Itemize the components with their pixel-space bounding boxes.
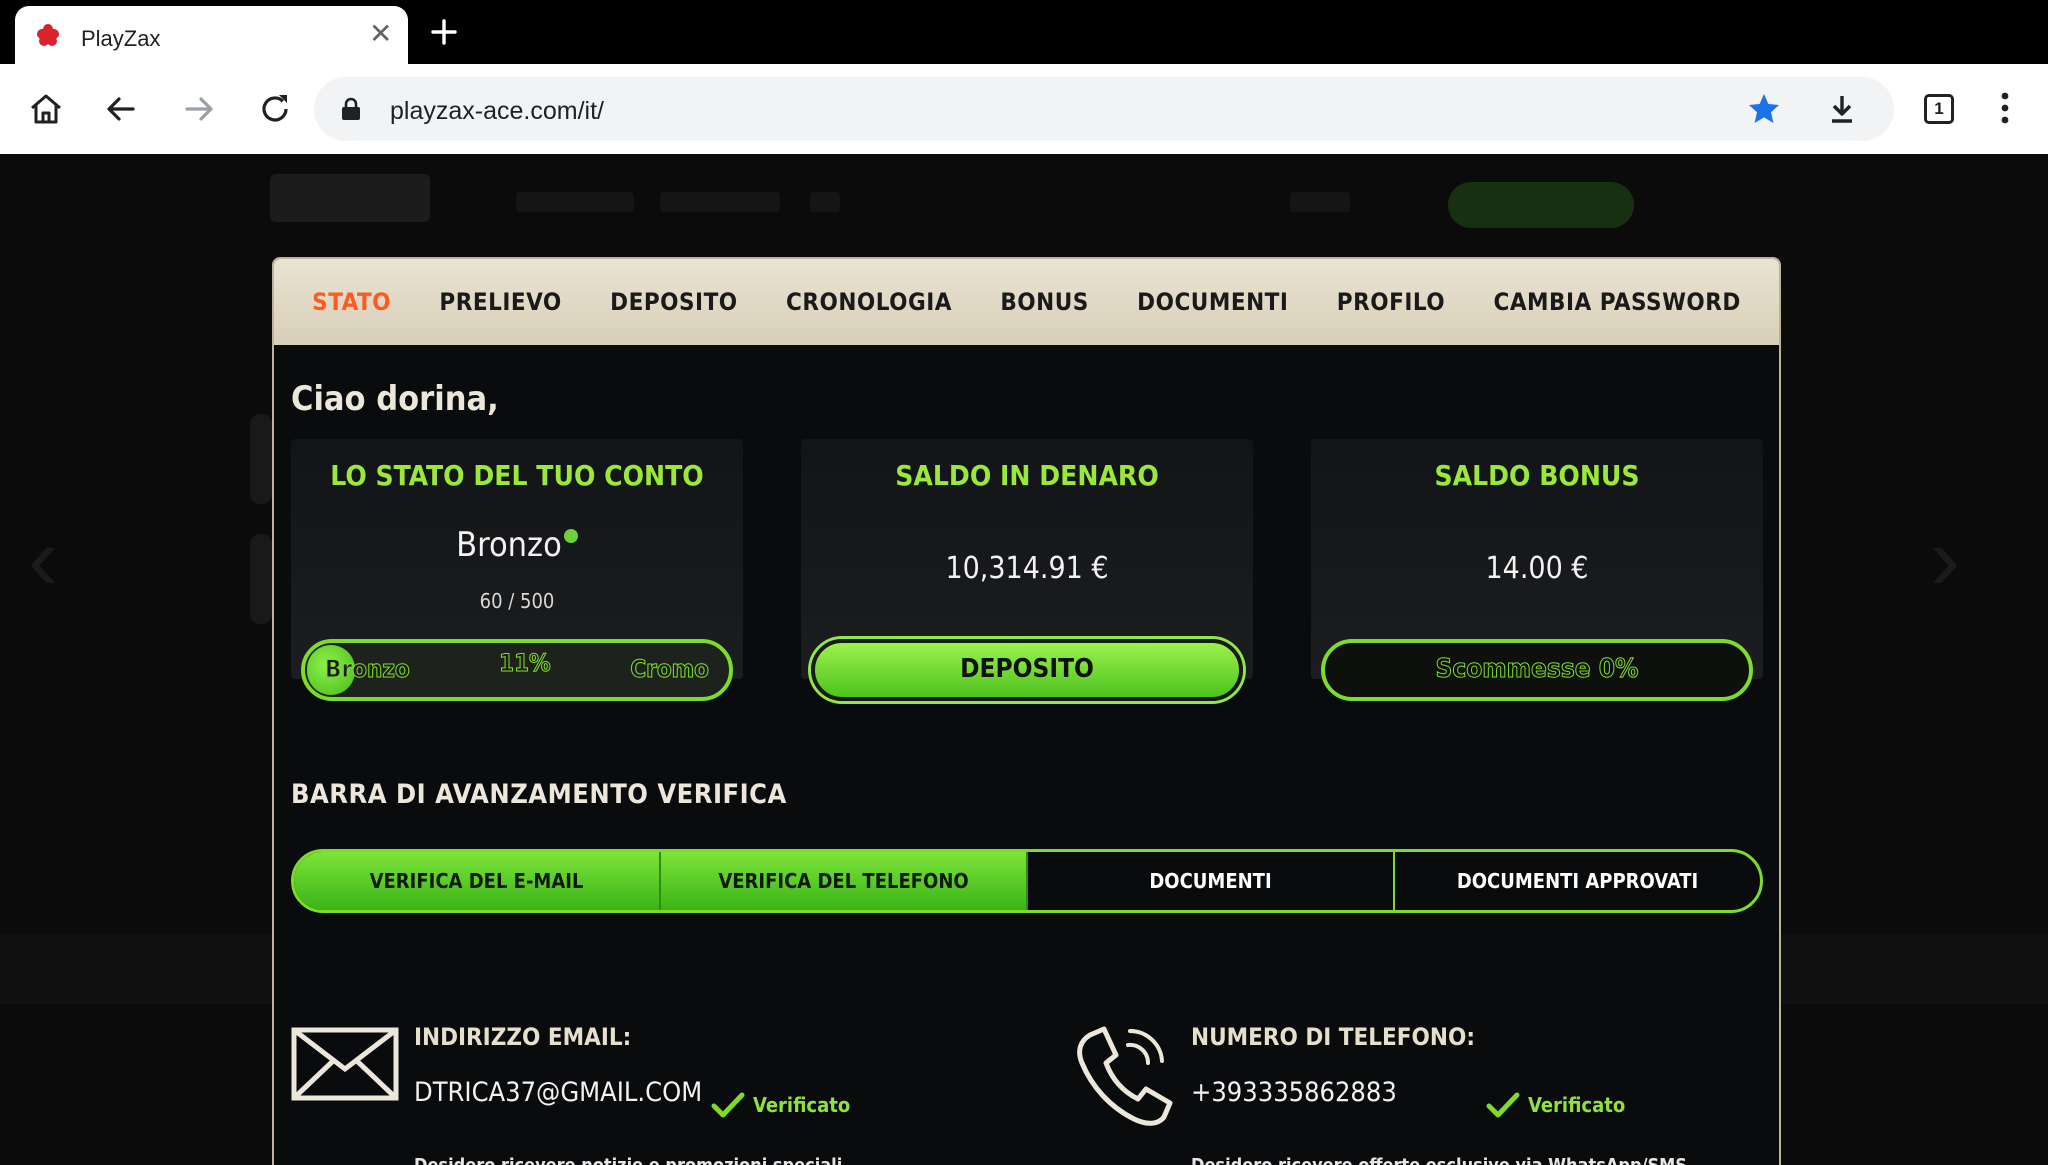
bonus-balance-amount: 14.00 € (1485, 551, 1589, 586)
phone-value: +393335862883 (1191, 1077, 1397, 1108)
progress-to-label: Cromo (630, 655, 710, 684)
tier-progress-bar: Bronzo 11% Cromo (301, 639, 733, 701)
browser-tabstrip: PlayZax ✕ (0, 0, 2048, 64)
cash-balance-title: SALDO IN DENARO (895, 459, 1159, 492)
lock-icon (342, 97, 360, 120)
email-value: DTRICA37@GMAIL.COM (414, 1077, 703, 1108)
email-label: INDIRIZZO EMAIL: (414, 1023, 632, 1051)
new-tab-icon[interactable] (428, 16, 460, 48)
tab-documenti[interactable]: DOCUMENTI (1137, 288, 1288, 316)
tab-cambia-password[interactable]: CAMBIA PASSWORD (1493, 288, 1740, 316)
account-status-card: LO STATO DEL TUO CONTO Bronzo 60 / 500 B… (291, 439, 743, 701)
email-verified-check-icon (711, 1092, 745, 1118)
account-modal: STATO PRELIEVO DEPOSITO CRONOLOGIA BONUS… (272, 257, 1781, 1165)
envelope-icon (291, 1027, 399, 1101)
bg-nav-item (810, 192, 840, 212)
bonus-balance-card: SALDO BONUS 14.00 € Scommesse 0% (1311, 439, 1763, 701)
browser-tab[interactable]: PlayZax ✕ (15, 6, 408, 64)
tier-label: Bronzo (456, 525, 562, 565)
back-arrow-icon[interactable] (101, 89, 141, 129)
email-verified-status: Verificato (753, 1093, 851, 1117)
phone-sms-option[interactable]: Desidero ricevere offerte esclusive via … (1191, 1155, 1687, 1165)
bookmark-star-icon[interactable] (1746, 91, 1782, 127)
tab-prelievo[interactable]: PRELIEVO (439, 288, 561, 316)
tab-switcher-button[interactable]: 1 (1924, 94, 1954, 124)
tab-stato[interactable]: STATO (312, 288, 391, 316)
progress-percent-label: 11% (499, 649, 552, 678)
step-email-verification: VERIFICA DEL E-MAIL (294, 852, 661, 910)
verification-progress-bar: VERIFICA DEL E-MAIL VERIFICA DEL TELEFON… (291, 849, 1763, 913)
account-nav: STATO PRELIEVO DEPOSITO CRONOLOGIA BONUS… (274, 259, 1779, 345)
bg-nav-item (516, 192, 634, 212)
cash-balance-card: SALDO IN DENARO 10,314.91 € DEPOSITO (801, 439, 1253, 701)
bg-nav-item (660, 192, 780, 212)
reload-icon[interactable] (255, 89, 295, 129)
bg-login-button (1448, 182, 1634, 228)
wagering-progress: Scommesse 0% (1321, 639, 1753, 701)
tab-profilo[interactable]: PROFILO (1337, 288, 1445, 316)
browser-toolbar: playzax-ace.com/it/ 1 (0, 64, 2048, 154)
bg-carousel-next-icon: › (1930, 509, 1960, 609)
phone-verified-check-icon (1486, 1092, 1520, 1118)
tier-name: Bronzo (291, 525, 743, 565)
tab-bonus[interactable]: BONUS (1000, 288, 1088, 316)
tab-cronologia[interactable]: CRONOLOGIA (786, 288, 952, 316)
greeting: Ciao dorina, (291, 379, 499, 419)
more-menu-icon[interactable] (1990, 88, 2020, 128)
site-logo (270, 174, 430, 222)
bg-banner-block (250, 534, 272, 624)
bg-banner-block (250, 414, 272, 504)
loyalty-points: 60 / 500 (479, 589, 555, 613)
bg-nav-item (1290, 192, 1350, 212)
tier-info-icon[interactable] (563, 529, 578, 543)
forward-arrow-icon[interactable] (179, 89, 219, 129)
step-documents: DOCUMENTI (1028, 852, 1395, 910)
download-icon[interactable] (1824, 91, 1860, 127)
phone-verified-status: Verificato (1528, 1093, 1626, 1117)
phone-label: NUMERO DI TELEFONO: (1191, 1023, 1475, 1051)
address-bar[interactable]: playzax-ace.com/it/ (314, 77, 1894, 141)
bonus-balance-title: SALDO BONUS (1434, 459, 1640, 492)
bg-carousel-prev-icon: ‹ (28, 509, 58, 609)
tab-close-icon[interactable]: ✕ (369, 20, 392, 48)
progress-from-label: Bronzo (325, 655, 411, 684)
email-newsletter-option[interactable]: Desidero ricevere notizie e promozioni s… (414, 1155, 842, 1165)
tab-title: PlayZax (81, 26, 161, 51)
account-status-title: LO STATO DEL TUO CONTO (330, 459, 704, 492)
playzax-favicon-icon (37, 24, 59, 46)
cash-balance-amount: 10,314.91 € (945, 551, 1109, 586)
home-icon[interactable] (26, 89, 66, 129)
step-documents-approved: DOCUMENTI APPROVATI (1456, 869, 1699, 893)
url-text: playzax-ace.com/it/ (390, 97, 604, 125)
deposit-button[interactable]: DEPOSITO (811, 639, 1243, 701)
step-phone-verification: VERIFICA DEL TELEFONO (661, 852, 1028, 910)
phone-icon (1077, 1026, 1173, 1126)
verification-title: BARRA DI AVANZAMENTO VERIFICA (291, 779, 787, 810)
tab-deposito[interactable]: DEPOSITO (610, 288, 738, 316)
